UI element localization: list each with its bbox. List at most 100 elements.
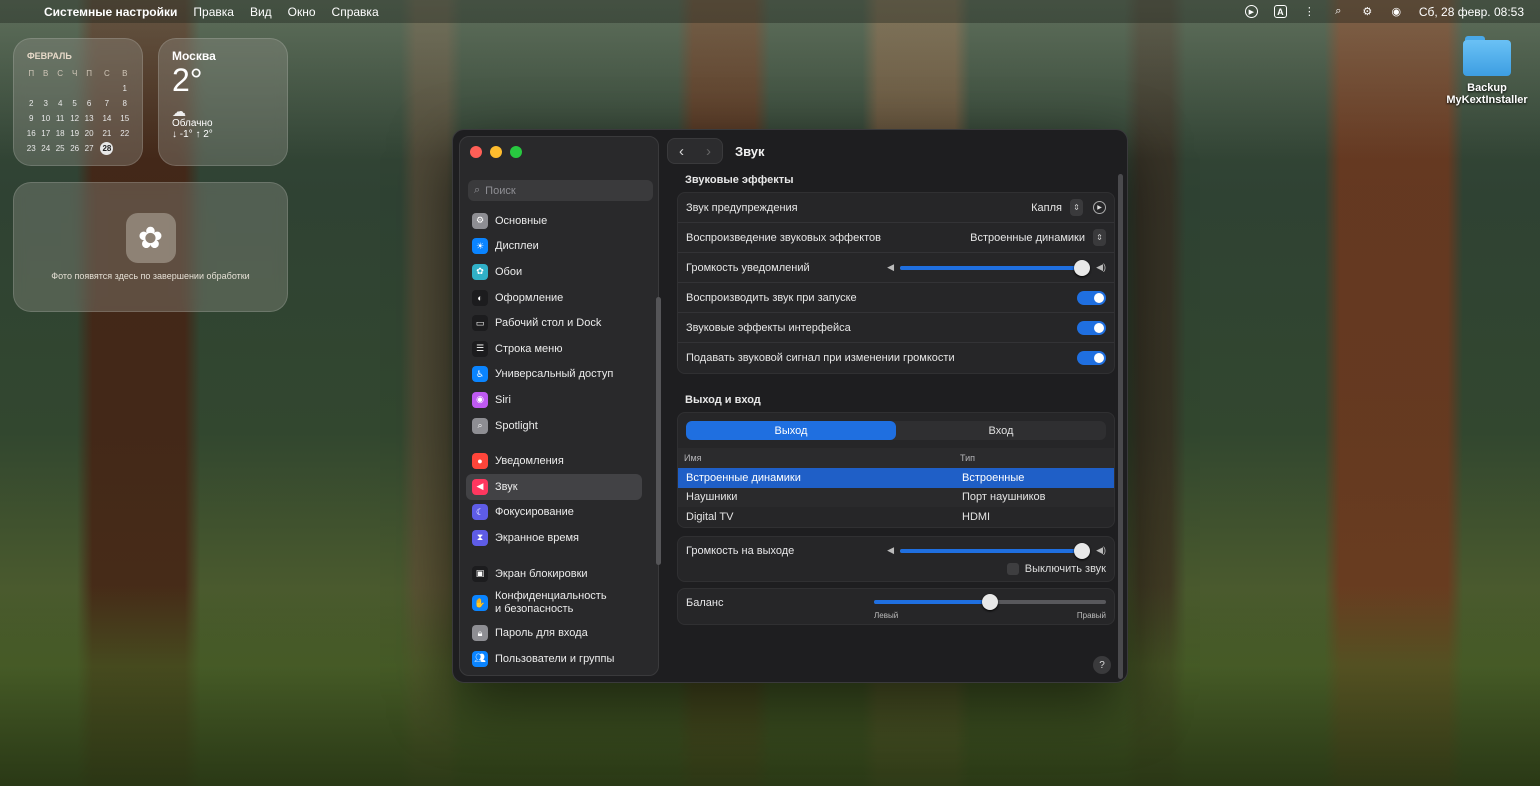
sidebar-item[interactable]: ⧗ Экранное время [466,525,642,551]
calendar-widget[interactable]: ФЕВРАЛЬ ПВСЧПСВ 1 2 3 4 5 6 7 8 9 10 11 12 13 14 15 16 1… [13,38,143,166]
sidebar-item[interactable]: ♿ Универсальный доступ [466,362,642,388]
alert-sound-select[interactable]: Капля ⇕ ▶ [1031,199,1106,216]
output-input-group: Выход Вход Имя Тип Встроенные динамики Вс… [677,412,1115,528]
tab-input[interactable]: Вход [896,421,1106,440]
more-icon[interactable]: ⋮ [1303,5,1316,18]
sidebar-item[interactable]: ☀ Дисплеи [466,234,642,260]
mute-checkbox[interactable] [1006,562,1019,575]
calendar-day [24,81,38,96]
help-button[interactable]: ? [1093,656,1111,674]
control-center-icon[interactable]: ⚙ [1361,5,1374,18]
playback-select[interactable]: Встроенные динамики ⇕ [970,229,1106,246]
search-input[interactable]: ⌕ Поиск [468,180,653,201]
startup-sound-toggle[interactable] [1077,290,1106,305]
speaker-high-icon: ◀) [1096,262,1106,272]
notif-volume-slider[interactable] [900,259,1091,276]
desktop-folder[interactable]: Backup MyKextInstaller [1446,36,1528,106]
sidebar-item-label: Звук [495,480,518,493]
zoom-button[interactable] [510,146,522,158]
notif-volume-row: Громкость уведомлений ◀ ◀) [678,253,1114,283]
close-button[interactable] [470,146,482,158]
calendar-day: 5 [72,99,77,108]
calendar-day: 26 [70,144,80,153]
sidebar-item-label-wrap: Конфиденциальность и безопасность [495,590,607,616]
device-row[interactable]: Digital TV HDMI [678,507,1114,527]
back-button[interactable]: ‹ [668,139,695,163]
menu-view[interactable]: Вид [250,5,272,19]
speaker-low-icon: ◀ [887,262,895,272]
menu-edit[interactable]: Правка [193,5,234,19]
sidebar-item[interactable]: ⚙ Основные [466,208,642,234]
speaker-low-icon: ◀ [887,545,895,555]
calendar-day: 14 [102,114,112,123]
sidebar-item-label-wrap: Звук [495,481,518,493]
sidebar-item[interactable]: 🔒︎ Пароль для входа [466,620,642,646]
sidebar-item[interactable]: ✋ Конфиденциальность и безопасность [466,586,642,620]
calendar-day: 3 [43,99,48,108]
sidebar-item[interactable]: ✿ Обои [466,259,642,285]
lock-icon: 🔒︎ [472,625,488,642]
mute-row: Выключить звук [686,562,1106,575]
balance-slider[interactable] [874,593,1106,610]
col-name-header[interactable]: Имя [684,453,960,463]
balance-labels: Левый Правый [874,611,1106,620]
calendar-day: 22 [120,129,130,138]
sidebar-item[interactable]: ● Уведомления [466,448,642,474]
ui-effects-row: Звуковые эффекты интерфейса [678,313,1114,343]
menubar-icon: ☰ [472,340,488,357]
forward-button[interactable]: › [695,139,722,163]
ui-effects-toggle[interactable] [1077,320,1106,335]
calendar-day: 10 [41,114,51,123]
notif-volume-control: ◀ ◀) [887,259,1106,276]
sidebar-item[interactable]: ▣ Экран блокировки [466,561,642,587]
mute-label: Выключить звук [1024,562,1106,575]
chevron-updown-icon: ⇕ [1070,199,1083,216]
sidebar-scrollbar[interactable] [656,297,661,565]
weather-widget[interactable]: Москва 2° ☁ Облачно ↓ -1° ↑ 2° [158,38,288,166]
calendar-day: 23 [26,144,36,153]
alert-sound-row: Звук предупреждения Капля ⇕ ▶ [678,193,1114,223]
sidebar-item-label-wrap: Дисплеи [495,240,539,252]
sidebar-item[interactable]: ◉ Siri [466,387,642,413]
play-status-icon[interactable]: ▶ [1244,5,1258,18]
input-source-icon[interactable]: A [1273,5,1287,18]
play-icon[interactable]: ▶ [1093,201,1106,214]
col-type-header[interactable]: Тип [960,453,975,463]
sidebar-item[interactable]: 👥︎ Пользователи и группы [466,646,642,672]
minimize-button[interactable] [490,146,502,158]
volume-feedback-toggle[interactable] [1077,351,1106,365]
menu-help[interactable]: Справка [332,5,379,19]
menu-bar: Системные настройки Правка Вид Окно Спра… [0,0,1540,23]
sidebar-item[interactable]: ◀ Звук [466,473,642,500]
photos-widget[interactable]: ✿ Фото появятся здесь по завершении обра… [13,182,288,312]
output-volume-control: ◀ ◀) [887,542,1106,559]
sidebar-item-label: Экран блокировки [495,567,588,580]
device-name: Digital TV [686,510,734,523]
menu-window[interactable]: Окно [288,5,316,19]
lock-screen-icon: ▣ [472,565,488,582]
menu-clock[interactable]: Сб, 28 февр. 08:53 [1419,5,1524,19]
sidebar-item[interactable]: ▭ Рабочий стол и Dock [466,310,642,336]
sidebar-item[interactable]: ☾ Фокусирование [466,500,642,526]
calendar-month: ФЕВРАЛЬ [27,51,72,61]
calendar-day [53,81,67,96]
content-scrollbar[interactable] [1118,174,1123,679]
sidebar-item[interactable]: ◐ Оформление [466,285,642,311]
menu-app-name[interactable]: Системные настройки [44,5,177,19]
hourglass-icon: ⧗ [472,529,488,546]
sidebar-item[interactable]: ⌕ Spotlight [466,413,642,439]
users-icon: 👥︎ [472,650,488,667]
sidebar-item[interactable]: ☰ Строка меню [466,336,642,362]
tab-output[interactable]: Выход [686,421,896,440]
siri-icon[interactable]: ◉ [1390,5,1403,18]
output-volume-slider[interactable] [900,542,1091,559]
spotlight-icon: ⌕ [472,417,488,434]
search-icon[interactable]: ⌕ [1332,5,1345,18]
sidebar-item-label-wrap: Siri [495,394,511,406]
sidebar-item-label: Дисплеи [495,240,539,253]
balance-group: Баланс Левый Правый [677,587,1115,625]
device-type: HDMI [962,510,991,523]
folder-label-1: Backup [1467,82,1507,94]
device-row[interactable]: Встроенные динамики Встроенные [678,468,1114,488]
device-row[interactable]: Наушники Порт наушников [678,487,1114,507]
